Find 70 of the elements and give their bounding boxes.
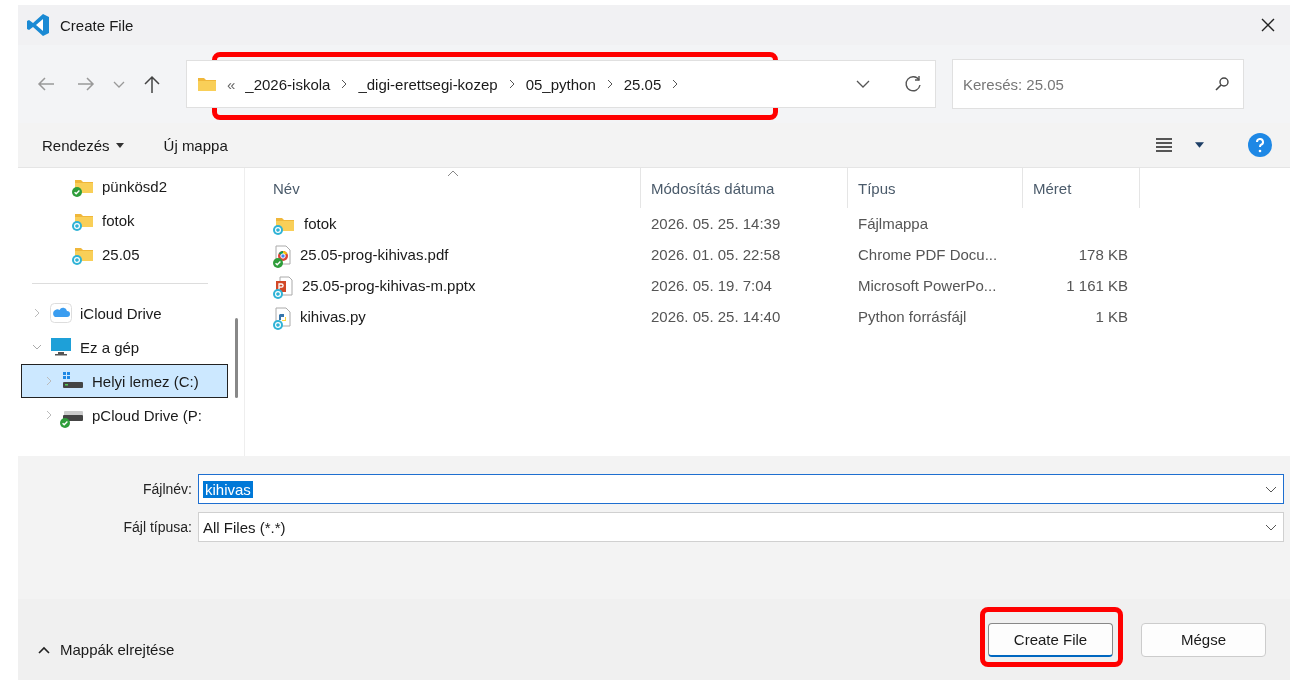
hide-folders-toggle[interactable]: Mappák elrejtése — [32, 640, 181, 659]
table-cell-text: Microsoft PowerPo... — [857, 277, 998, 294]
scrollbar-thumb[interactable] — [234, 318, 238, 398]
table-cell-text: Python forrásfájl — [857, 308, 968, 325]
file-row[interactable]: fotok 2026. 05. 25. 14:39 Fájlmappa — [245, 208, 1290, 239]
app-logo-icon — [26, 13, 50, 37]
field-label: Fájlnév: — [141, 481, 193, 497]
column-header[interactable]: Módosítás dátuma — [641, 168, 848, 208]
table-cell-text: 2026. 05. 25. 14:39 — [650, 215, 782, 232]
table-cell-text: Fájlmappa — [857, 215, 930, 232]
chevron-right-icon[interactable] — [671, 79, 680, 89]
sidebar-item[interactable]: Helyi lemez (C:) — [21, 364, 228, 398]
sidebar-item[interactable]: iCloud Drive — [21, 296, 228, 330]
search-field[interactable]: Keresés: 25.05 — [952, 59, 1244, 109]
refresh-icon[interactable] — [903, 74, 923, 94]
chevron-up-icon — [38, 645, 50, 654]
file-row[interactable]: 25.05-prog-kihivas.pdf 2026. 01. 05. 22:58 Chrome PDF Docu... 178 KB — [245, 239, 1290, 270]
chevron-right-icon[interactable] — [605, 79, 614, 89]
monitor-icon — [50, 337, 72, 357]
table-cell-text: 2026. 05. 19. 7:04 — [650, 277, 773, 294]
file-name: fotok — [304, 215, 337, 232]
sidebar-item[interactable]: pCloud Drive (P: — [21, 398, 228, 432]
breadcrumb[interactable]: 25.05 — [623, 75, 662, 93]
table-cell-text: Chrome PDF Docu... — [857, 246, 999, 263]
chevron-right-icon[interactable] — [507, 79, 516, 89]
table-cell-text: 1 KB — [1094, 308, 1129, 325]
close-icon[interactable] — [1260, 17, 1276, 33]
column-header[interactable]: Név — [245, 168, 641, 208]
file-row[interactable]: 25.05-prog-kihivas-m.pptx 2026. 05. 19. 7:04 Microsoft PowerPo... 1 161 KB — [245, 270, 1290, 301]
table-cell-text: 1 161 KB — [1065, 277, 1129, 294]
cancel-button[interactable]: Mégse — [1141, 622, 1266, 657]
sidebar-item[interactable]: Ez a gép — [21, 330, 228, 364]
sidebar-item[interactable]: fotok — [21, 203, 228, 237]
window-title: Create File — [60, 16, 134, 34]
table-cell-text: 178 KB — [1077, 246, 1129, 263]
sort-up-icon — [447, 170, 459, 177]
sidebar-item[interactable]: pünkösd2 — [21, 169, 228, 203]
document-icon — [275, 244, 291, 265]
file-name: 25.05-prog-kihivas-m.pptx — [302, 277, 476, 294]
file-name: kihivas.py — [300, 308, 366, 325]
breadcrumb[interactable]: 05_python — [525, 75, 596, 93]
folder-icon — [197, 76, 217, 92]
new-folder-button[interactable]: Új mappa — [153, 130, 238, 160]
organize-menu[interactable]: Rendezés — [32, 130, 134, 160]
field-label: Fájl típusa: — [122, 519, 193, 535]
help-icon[interactable] — [1248, 133, 1272, 157]
view-list-icon[interactable] — [1155, 137, 1173, 153]
breadcrumb[interactable]: _2026-iskola — [245, 75, 331, 93]
chevron-right-icon[interactable] — [340, 79, 349, 89]
sidebar-item[interactable]: 25.05 — [21, 237, 228, 271]
python-file-icon — [275, 306, 291, 327]
breadcrumb[interactable]: _digi-erettsegi-kozep — [358, 75, 498, 93]
caret-icon — [115, 142, 124, 148]
cloud-icon — [50, 303, 72, 323]
column-header[interactable]: Típus — [848, 168, 1023, 208]
drive-icon — [62, 371, 84, 391]
table-cell-text: 2026. 05. 25. 14:40 — [650, 308, 782, 325]
file-type-dropdown[interactable]: All Files (*.*) — [198, 512, 1284, 542]
file-name: 25.05-prog-kihivas.pdf — [300, 246, 449, 263]
column-header[interactable]: Méret — [1023, 168, 1140, 208]
caret-icon[interactable] — [1195, 142, 1204, 148]
overflow-chevron[interactable]: « — [227, 75, 236, 93]
search-icon — [1214, 76, 1230, 92]
file-row[interactable]: kihivas.py 2026. 05. 25. 14:40 Python forrásfájl 1 KB — [245, 301, 1290, 332]
create-file-button[interactable]: Create File — [988, 622, 1113, 657]
up-arrow-icon[interactable] — [142, 74, 162, 94]
presentation-file-icon — [275, 275, 293, 296]
address-bar[interactable]: « _2026-iskola _digi-erettsegi-kozep 05_python 25.05 — [186, 60, 936, 108]
filename-field[interactable]: kihivas — [198, 474, 1284, 504]
table-cell-text: 2026. 01. 05. 22:58 — [650, 246, 782, 263]
